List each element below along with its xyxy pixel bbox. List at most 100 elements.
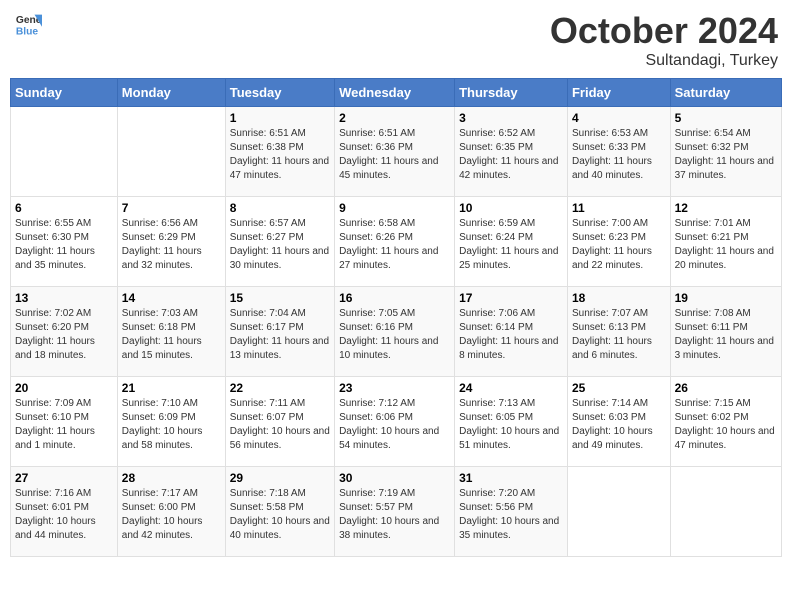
table-row: 22 Sunrise: 7:11 AMSunset: 6:07 PMDaylig… [225, 377, 334, 467]
day-number: 3 [459, 111, 563, 125]
day-info: Sunrise: 7:04 AMSunset: 6:17 PMDaylight:… [230, 307, 330, 363]
calendar-week-row: 1 Sunrise: 6:51 AMSunset: 6:38 PMDayligh… [11, 107, 782, 197]
table-row: 25 Sunrise: 7:14 AMSunset: 6:03 PMDaylig… [567, 377, 670, 467]
page-header: General Blue October 2024 Sultandagi, Tu… [10, 10, 782, 70]
day-info: Sunrise: 7:20 AMSunset: 5:56 PMDaylight:… [459, 487, 563, 543]
header-tuesday: Tuesday [225, 79, 334, 107]
day-number: 6 [15, 201, 113, 215]
table-row: 13 Sunrise: 7:02 AMSunset: 6:20 PMDaylig… [11, 287, 118, 377]
day-info: Sunrise: 7:08 AMSunset: 6:11 PMDaylight:… [675, 307, 777, 363]
day-number: 29 [230, 471, 330, 485]
day-number: 23 [339, 381, 450, 395]
header-wednesday: Wednesday [335, 79, 455, 107]
day-info: Sunrise: 6:54 AMSunset: 6:32 PMDaylight:… [675, 127, 777, 183]
day-number: 13 [15, 291, 113, 305]
table-row: 31 Sunrise: 7:20 AMSunset: 5:56 PMDaylig… [455, 467, 568, 557]
day-number: 17 [459, 291, 563, 305]
day-number: 2 [339, 111, 450, 125]
day-info: Sunrise: 7:07 AMSunset: 6:13 PMDaylight:… [572, 307, 666, 363]
day-info: Sunrise: 7:10 AMSunset: 6:09 PMDaylight:… [122, 397, 221, 453]
table-row: 5 Sunrise: 6:54 AMSunset: 6:32 PMDayligh… [670, 107, 781, 197]
day-number: 22 [230, 381, 330, 395]
day-info: Sunrise: 7:09 AMSunset: 6:10 PMDaylight:… [15, 397, 113, 453]
header-sunday: Sunday [11, 79, 118, 107]
day-info: Sunrise: 7:18 AMSunset: 5:58 PMDaylight:… [230, 487, 330, 543]
header-friday: Friday [567, 79, 670, 107]
day-info: Sunrise: 7:02 AMSunset: 6:20 PMDaylight:… [15, 307, 113, 363]
day-number: 4 [572, 111, 666, 125]
day-info: Sunrise: 7:13 AMSunset: 6:05 PMDaylight:… [459, 397, 563, 453]
day-info: Sunrise: 6:51 AMSunset: 6:38 PMDaylight:… [230, 127, 330, 183]
table-row: 16 Sunrise: 7:05 AMSunset: 6:16 PMDaylig… [335, 287, 455, 377]
calendar-week-row: 20 Sunrise: 7:09 AMSunset: 6:10 PMDaylig… [11, 377, 782, 467]
day-info: Sunrise: 7:12 AMSunset: 6:06 PMDaylight:… [339, 397, 450, 453]
day-info: Sunrise: 7:03 AMSunset: 6:18 PMDaylight:… [122, 307, 221, 363]
day-info: Sunrise: 6:59 AMSunset: 6:24 PMDaylight:… [459, 217, 563, 273]
day-number: 20 [15, 381, 113, 395]
table-row [567, 467, 670, 557]
table-row: 11 Sunrise: 7:00 AMSunset: 6:23 PMDaylig… [567, 197, 670, 287]
table-row: 6 Sunrise: 6:55 AMSunset: 6:30 PMDayligh… [11, 197, 118, 287]
table-row: 27 Sunrise: 7:16 AMSunset: 6:01 PMDaylig… [11, 467, 118, 557]
day-info: Sunrise: 7:19 AMSunset: 5:57 PMDaylight:… [339, 487, 450, 543]
day-info: Sunrise: 7:15 AMSunset: 6:02 PMDaylight:… [675, 397, 777, 453]
table-row: 19 Sunrise: 7:08 AMSunset: 6:11 PMDaylig… [670, 287, 781, 377]
title-block: October 2024 Sultandagi, Turkey [550, 10, 778, 70]
header-thursday: Thursday [455, 79, 568, 107]
table-row: 20 Sunrise: 7:09 AMSunset: 6:10 PMDaylig… [11, 377, 118, 467]
logo: General Blue [14, 10, 42, 38]
table-row: 17 Sunrise: 7:06 AMSunset: 6:14 PMDaylig… [455, 287, 568, 377]
day-number: 10 [459, 201, 563, 215]
day-info: Sunrise: 6:56 AMSunset: 6:29 PMDaylight:… [122, 217, 221, 273]
day-info: Sunrise: 7:01 AMSunset: 6:21 PMDaylight:… [675, 217, 777, 273]
day-number: 24 [459, 381, 563, 395]
day-number: 26 [675, 381, 777, 395]
day-number: 11 [572, 201, 666, 215]
day-number: 30 [339, 471, 450, 485]
table-row: 26 Sunrise: 7:15 AMSunset: 6:02 PMDaylig… [670, 377, 781, 467]
table-row: 7 Sunrise: 6:56 AMSunset: 6:29 PMDayligh… [117, 197, 225, 287]
day-number: 16 [339, 291, 450, 305]
table-row: 1 Sunrise: 6:51 AMSunset: 6:38 PMDayligh… [225, 107, 334, 197]
table-row: 8 Sunrise: 6:57 AMSunset: 6:27 PMDayligh… [225, 197, 334, 287]
day-number: 19 [675, 291, 777, 305]
table-row: 12 Sunrise: 7:01 AMSunset: 6:21 PMDaylig… [670, 197, 781, 287]
day-info: Sunrise: 7:00 AMSunset: 6:23 PMDaylight:… [572, 217, 666, 273]
calendar-week-row: 13 Sunrise: 7:02 AMSunset: 6:20 PMDaylig… [11, 287, 782, 377]
table-row: 29 Sunrise: 7:18 AMSunset: 5:58 PMDaylig… [225, 467, 334, 557]
day-number: 27 [15, 471, 113, 485]
day-info: Sunrise: 6:52 AMSunset: 6:35 PMDaylight:… [459, 127, 563, 183]
calendar-week-row: 27 Sunrise: 7:16 AMSunset: 6:01 PMDaylig… [11, 467, 782, 557]
table-row [117, 107, 225, 197]
day-info: Sunrise: 7:05 AMSunset: 6:16 PMDaylight:… [339, 307, 450, 363]
table-row: 4 Sunrise: 6:53 AMSunset: 6:33 PMDayligh… [567, 107, 670, 197]
calendar-table: Sunday Monday Tuesday Wednesday Thursday… [10, 78, 782, 557]
title-location: Sultandagi, Turkey [550, 52, 778, 70]
table-row: 3 Sunrise: 6:52 AMSunset: 6:35 PMDayligh… [455, 107, 568, 197]
table-row: 14 Sunrise: 7:03 AMSunset: 6:18 PMDaylig… [117, 287, 225, 377]
day-info: Sunrise: 7:16 AMSunset: 6:01 PMDaylight:… [15, 487, 113, 543]
day-info: Sunrise: 6:58 AMSunset: 6:26 PMDaylight:… [339, 217, 450, 273]
day-number: 31 [459, 471, 563, 485]
day-number: 12 [675, 201, 777, 215]
table-row [11, 107, 118, 197]
calendar-header-row: Sunday Monday Tuesday Wednesday Thursday… [11, 79, 782, 107]
day-info: Sunrise: 7:06 AMSunset: 6:14 PMDaylight:… [459, 307, 563, 363]
day-number: 25 [572, 381, 666, 395]
table-row [670, 467, 781, 557]
day-number: 7 [122, 201, 221, 215]
logo-icon: General Blue [14, 10, 42, 38]
day-number: 9 [339, 201, 450, 215]
header-monday: Monday [117, 79, 225, 107]
table-row: 18 Sunrise: 7:07 AMSunset: 6:13 PMDaylig… [567, 287, 670, 377]
day-info: Sunrise: 7:17 AMSunset: 6:00 PMDaylight:… [122, 487, 221, 543]
table-row: 2 Sunrise: 6:51 AMSunset: 6:36 PMDayligh… [335, 107, 455, 197]
day-number: 1 [230, 111, 330, 125]
day-number: 18 [572, 291, 666, 305]
table-row: 9 Sunrise: 6:58 AMSunset: 6:26 PMDayligh… [335, 197, 455, 287]
day-number: 5 [675, 111, 777, 125]
day-info: Sunrise: 7:11 AMSunset: 6:07 PMDaylight:… [230, 397, 330, 453]
table-row: 21 Sunrise: 7:10 AMSunset: 6:09 PMDaylig… [117, 377, 225, 467]
table-row: 15 Sunrise: 7:04 AMSunset: 6:17 PMDaylig… [225, 287, 334, 377]
day-info: Sunrise: 6:53 AMSunset: 6:33 PMDaylight:… [572, 127, 666, 183]
